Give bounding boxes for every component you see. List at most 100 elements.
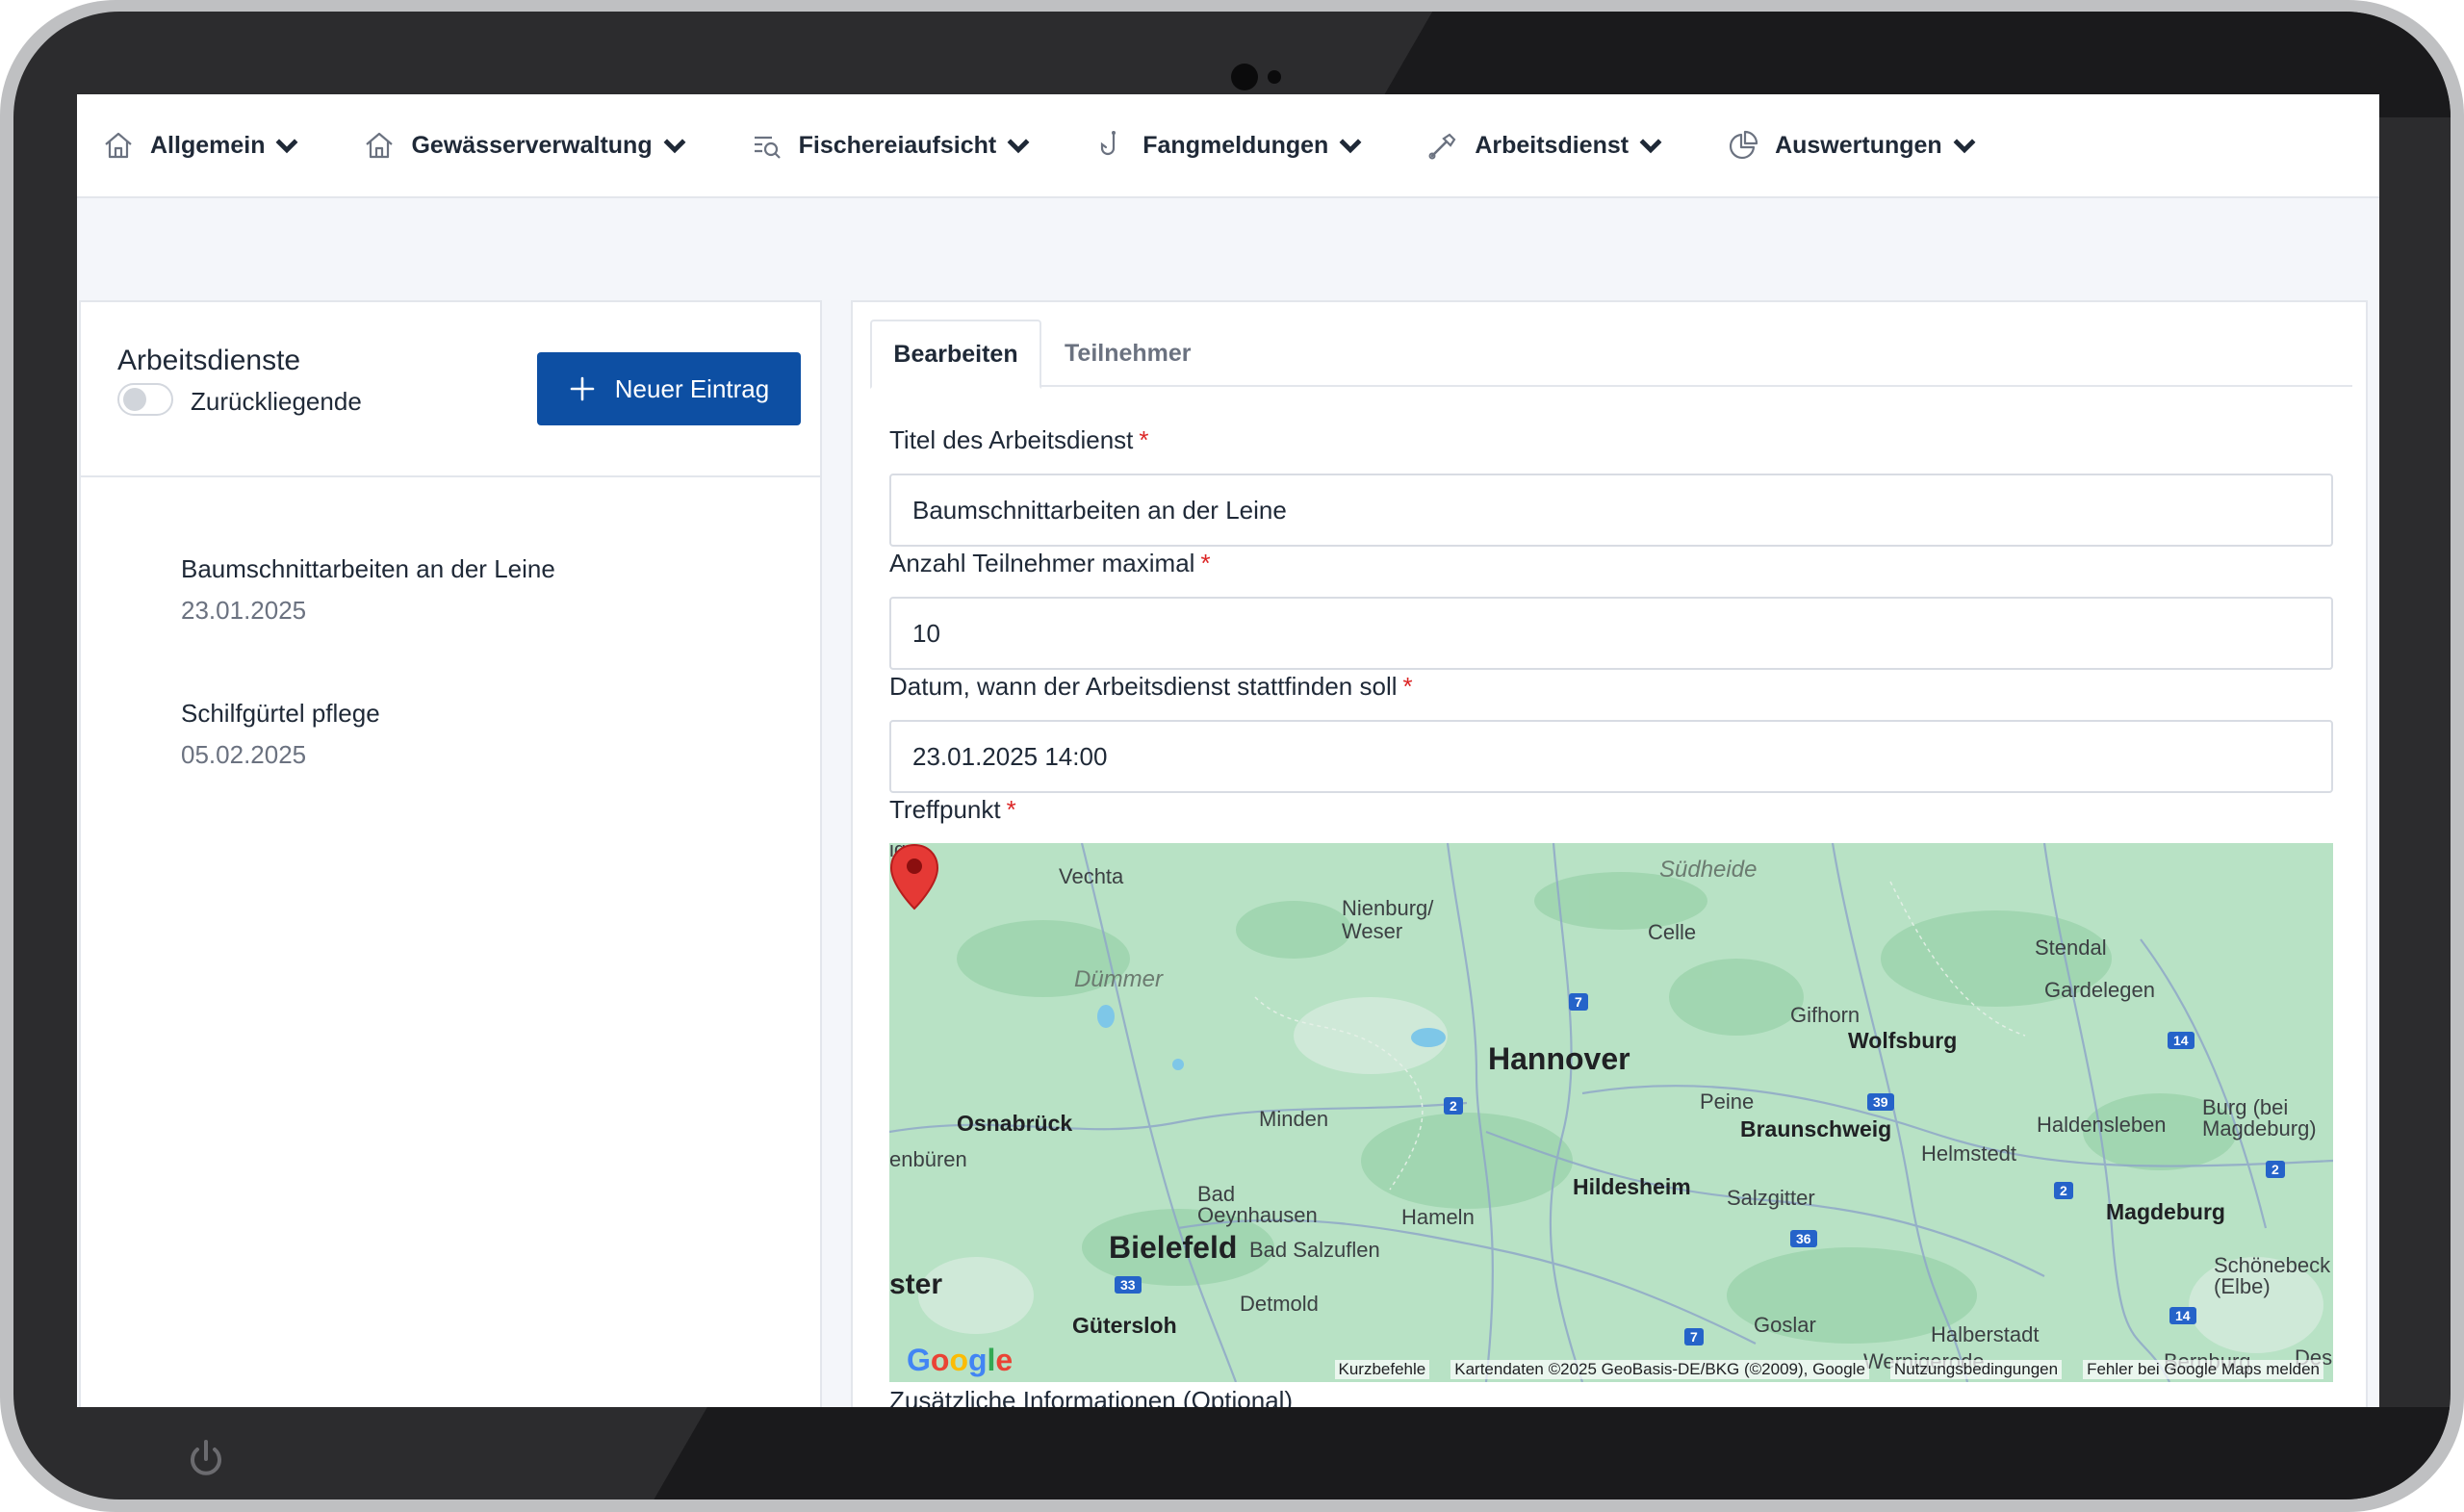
new-entry-label: Neuer Eintrag (614, 373, 770, 403)
pie-chart-icon (1730, 130, 1758, 160)
toggle-knob (123, 388, 146, 411)
entry-date: 23.01.2025 (181, 596, 307, 625)
map-label-hameln: Hameln (1401, 1205, 1475, 1229)
map-label-hannover: Hannover (1488, 1041, 1630, 1076)
max-participants-input[interactable]: 10 (889, 597, 2333, 670)
power-icon[interactable] (187, 1438, 225, 1480)
map-label-minden: Minden (1259, 1107, 1329, 1131)
arbeitsdienste-panel: Arbeitsdienste Zurückliegende Neuer Eint… (79, 300, 822, 1407)
entry-title: Schilfgürtel pflege (181, 699, 380, 728)
map-label-detmold: Detmold (1240, 1292, 1319, 1316)
nav-label: Allgemein (150, 131, 266, 159)
search-list-icon (754, 136, 781, 159)
required-mark: * (1139, 425, 1149, 454)
map-label-suedheide: Südheide (1659, 857, 1758, 883)
highway-shield: 36 (1790, 1230, 1817, 1247)
required-mark: * (1006, 795, 1016, 824)
map-label-osnabrueck: Osnabrück (957, 1111, 1073, 1136)
toggle-label: Zurückliegende (191, 387, 362, 416)
highway-shield: 39 (1867, 1093, 1894, 1111)
nav-item-fischereiaufsicht[interactable]: Fischereiaufsicht (751, 129, 1051, 162)
tab-bar: Bearbeiten Teilnehmer (870, 320, 2352, 389)
nav-item-fangmeldungen[interactable]: Fangmeldungen (1094, 129, 1382, 162)
entry-title: Baumschnittarbeiten an der Leine (181, 554, 555, 583)
map-label-braunschweig: Braunschweig (1740, 1116, 1892, 1141)
map-report-link[interactable]: Fehler bei Google Maps melden (2083, 1360, 2323, 1379)
map-label-duemmer: Dümmer (1074, 966, 1164, 992)
extra-info-label: Zusätzliche Informationen (Optional) (889, 1386, 1294, 1407)
map-label-hildesheim: Hildesheim (1573, 1174, 1691, 1199)
new-entry-button[interactable]: Neuer Eintrag (537, 352, 801, 425)
nav-label: Arbeitsdienst (1475, 131, 1630, 159)
chevron-down-icon (1007, 139, 1030, 154)
nav-item-auswertungen[interactable]: Auswertungen (1727, 129, 1996, 162)
map-label-peine: Peine (1700, 1089, 1755, 1114)
highway-shield: 2 (1444, 1097, 1463, 1115)
past-entries-toggle[interactable] (117, 383, 173, 416)
tool-icon (1428, 133, 1456, 160)
nav-label: Fischereiaufsicht (798, 131, 997, 159)
plus-icon (570, 376, 595, 401)
meeting-point-label: Treffpunkt * (889, 795, 1016, 825)
map-label-haldensleben: Haldensleben (2037, 1113, 2167, 1137)
nav-item-allgemein[interactable]: Allgemein (102, 129, 319, 162)
highway-shield: 2 (2054, 1182, 2073, 1199)
tab-bearbeiten[interactable]: Bearbeiten (870, 320, 1041, 389)
camera-icon (1231, 64, 1258, 90)
map-label-enbueren: enbüren (889, 1147, 967, 1171)
title-input[interactable]: Baumschnittarbeiten an der Leine (889, 474, 2333, 547)
chevron-down-icon (1339, 139, 1362, 154)
map-label-magdeburg: Magdeburg (2106, 1199, 2225, 1224)
chevron-down-icon (663, 139, 686, 154)
map-footer: Kurzbefehle Kartendaten ©2025 GeoBasis-D… (889, 1357, 2333, 1382)
map-terms-link[interactable]: Nutzungsbedingungen (1889, 1360, 2063, 1379)
map-copyright: Kartendaten ©2025 GeoBasis-DE/BKG (©2009… (1450, 1360, 1869, 1379)
chevron-down-icon (1953, 139, 1976, 154)
required-mark: * (1402, 672, 1413, 701)
meeting-point-map[interactable]: Südheide ig Vechta Nienburg/ Weser Celle… (889, 843, 2333, 1382)
map-label-bad-salzuflen: Bad Salzuflen (1249, 1238, 1380, 1262)
map-label-ster: ster (889, 1269, 943, 1300)
map-label-burg: Burg (bei Magdeburg) (2202, 1095, 2317, 1140)
chevron-down-icon (276, 139, 298, 154)
device-frame: Allgemein Gewässerverwaltung Fischereiau… (0, 0, 2464, 1512)
home-icon (105, 132, 132, 159)
sensor-icon (1268, 70, 1281, 84)
map-label-celle: Celle (1648, 920, 1697, 944)
map-label-bielefeld: Bielefeld (1109, 1230, 1238, 1265)
highway-shield: 33 (1115, 1276, 1142, 1294)
list-item[interactable]: Schilfgürtel pflege 05.02.2025 (181, 699, 380, 770)
label-text: Treffpunkt (889, 795, 1001, 824)
date-field-label: Datum, wann der Arbeitsdienst stattfinde… (889, 672, 1413, 702)
label-text: Anzahl Teilnehmer maximal (889, 549, 1195, 577)
highway-shield: 7 (1569, 993, 1588, 1011)
edit-panel: Bearbeiten Teilnehmer Titel des Arbeitsd… (851, 300, 2368, 1407)
nav-label: Fangmeldungen (1142, 131, 1329, 159)
nav-label: Gewässerverwaltung (411, 131, 653, 159)
highway-shield: 7 (1684, 1328, 1704, 1345)
map-label-nienburg: Nienburg/ Weser (1342, 896, 1434, 943)
date-input[interactable]: 23.01.2025 14:00 (889, 720, 2333, 793)
top-navigation: Allgemein Gewässerverwaltung Fischereiau… (77, 94, 2379, 198)
tab-teilnehmer[interactable]: Teilnehmer (1065, 320, 1192, 387)
entry-date: 05.02.2025 (181, 740, 307, 769)
panel-title: Arbeitsdienste (117, 345, 301, 376)
nav-item-arbeitsdienst[interactable]: Arbeitsdienst (1426, 129, 1682, 162)
map-label-stendal: Stendal (2035, 935, 2107, 960)
map-label-schoenebeck: Schönebeck (Elbe) (2214, 1253, 2331, 1298)
home-icon (366, 132, 394, 159)
title-field-label: Titel des Arbeitsdienst * (889, 425, 1149, 455)
bezel-shade-bottom (629, 1407, 2451, 1499)
map-pin-icon[interactable] (889, 843, 939, 910)
map-label-helmstedt: Helmstedt (1921, 1141, 2017, 1166)
map-label-gifhorn: Gifhorn (1790, 1003, 1861, 1027)
highway-shield: 2 (2266, 1161, 2285, 1178)
list-item[interactable]: Baumschnittarbeiten an der Leine 23.01.2… (181, 554, 555, 626)
nav-item-gewaesserverwaltung[interactable]: Gewässerverwaltung (363, 129, 706, 162)
panel-header: Arbeitsdienste Zurückliegende Neuer Eint… (81, 302, 820, 477)
highway-shield: 14 (2168, 1032, 2194, 1049)
nav-label: Auswertungen (1775, 131, 1942, 159)
map-shortcuts-link[interactable]: Kurzbefehle (1334, 1360, 1430, 1379)
map-label-bad-oeynhausen: Bad Oeynhausen (1197, 1182, 1318, 1227)
max-participants-label: Anzahl Teilnehmer maximal * (889, 549, 1211, 578)
